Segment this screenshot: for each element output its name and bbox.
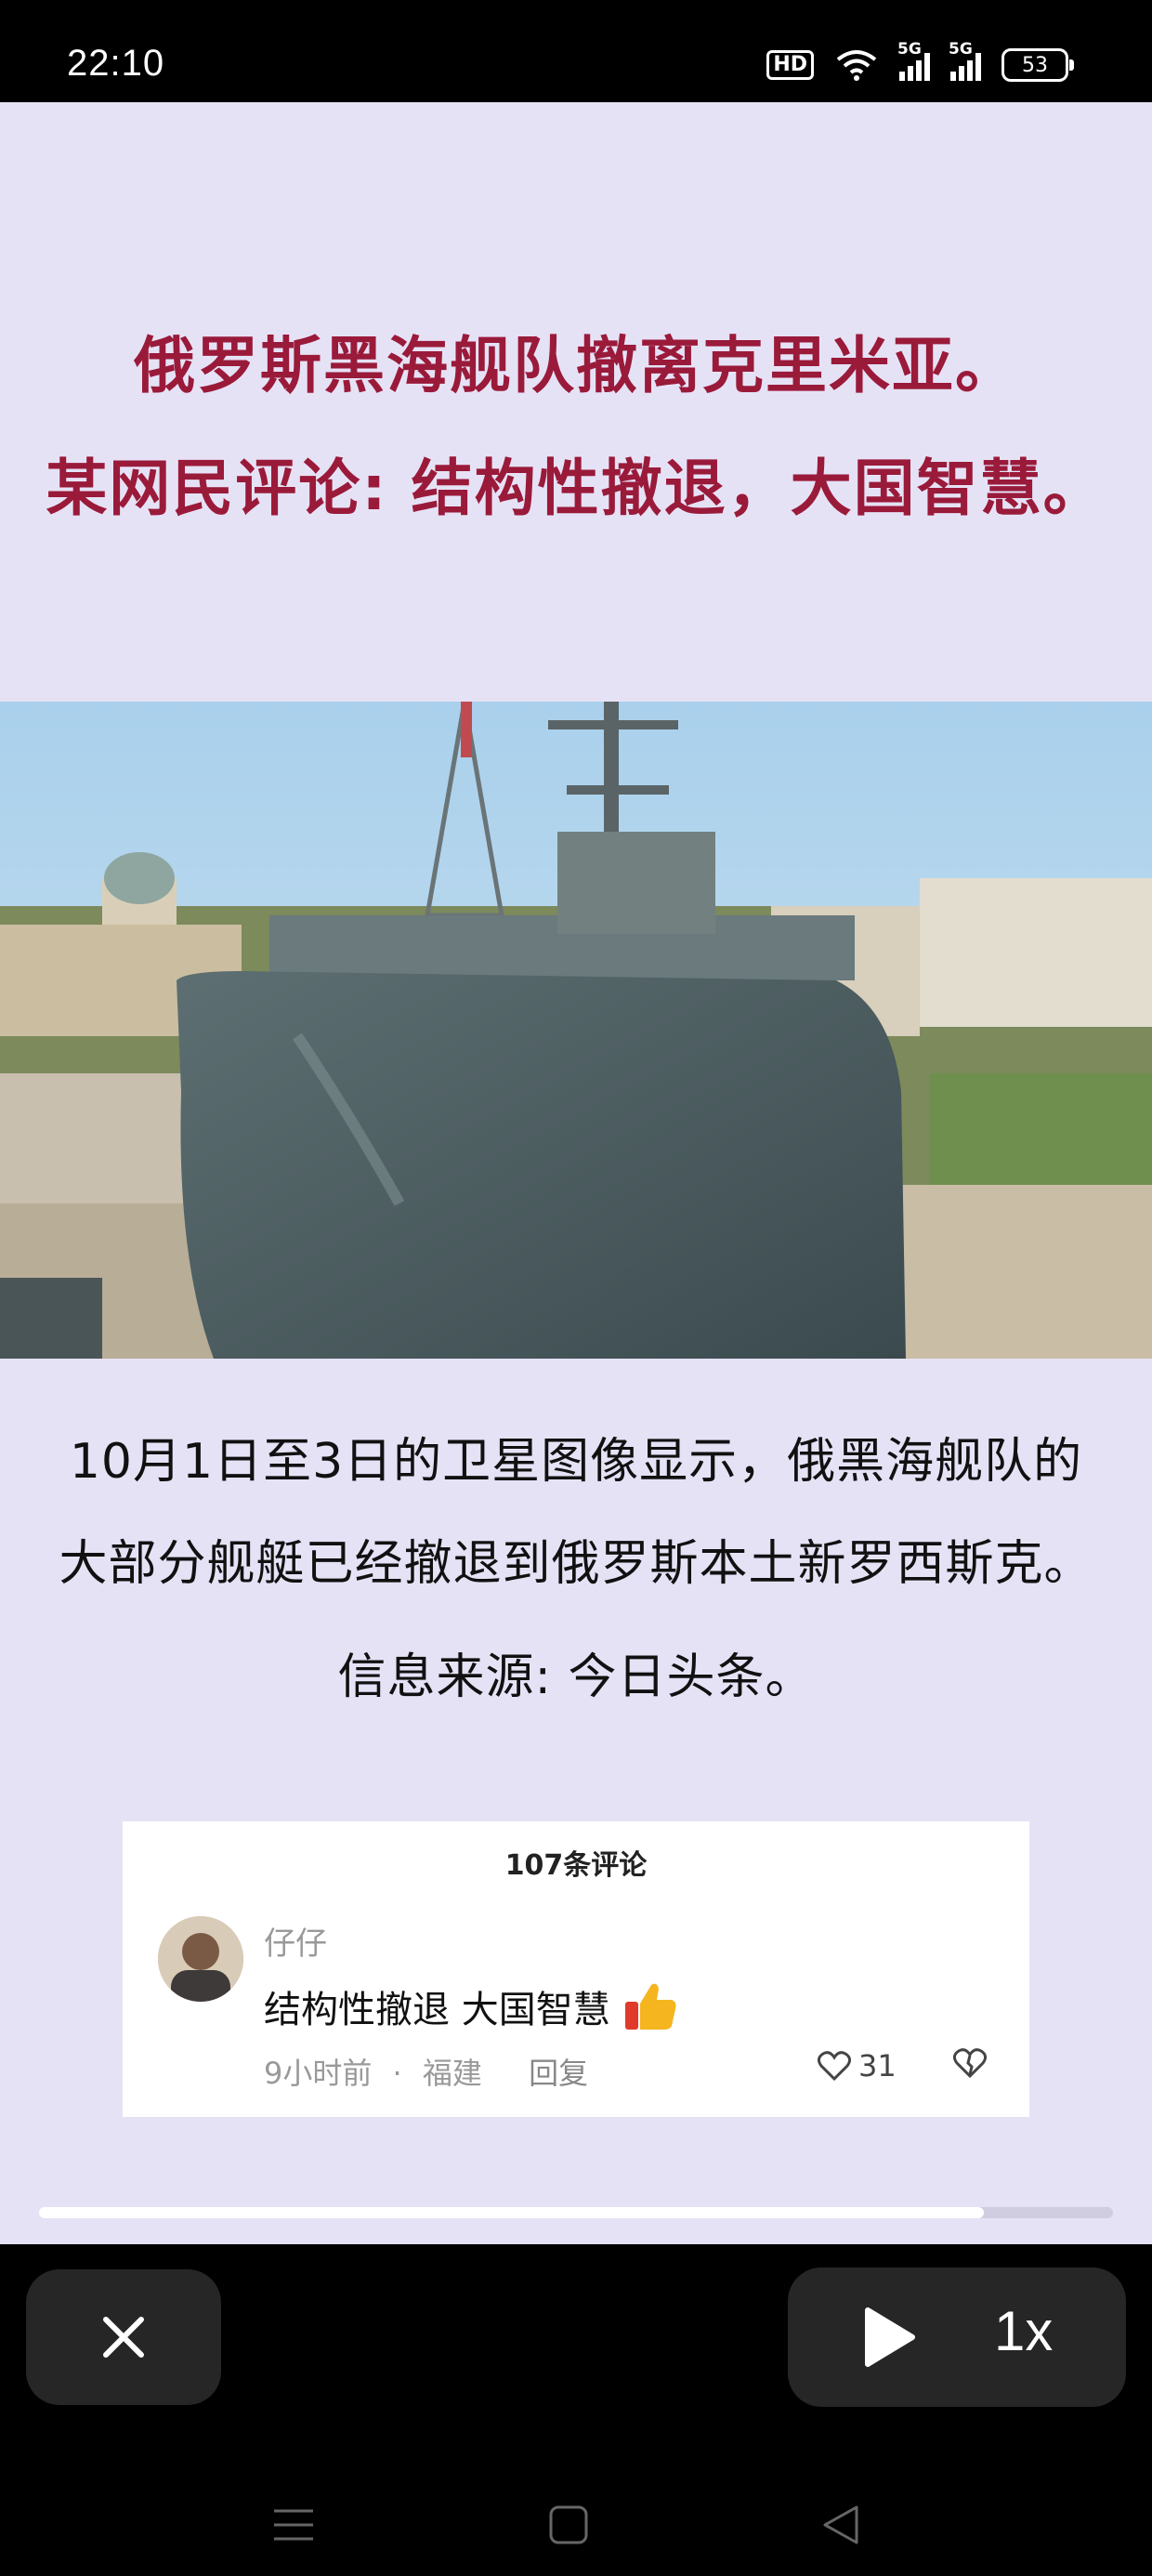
comment-count: 107条评论	[504, 1849, 648, 1882]
close-button[interactable]	[26, 2269, 221, 2405]
headline-line-1: 俄罗斯黑海舰队撤离克里米亚。	[134, 330, 1018, 401]
comment-time: 9小时前	[264, 2056, 373, 2091]
playback-controls: 1x	[788, 2267, 1126, 2407]
comment-text: 结构性撤退 大国智慧	[264, 1979, 679, 2033]
menu-nav-button[interactable]	[270, 2502, 317, 2548]
like-count: 31	[858, 2048, 897, 2083]
dislike-icon	[952, 2048, 988, 2079]
play-icon	[865, 2307, 915, 2367]
source-text: 信息来源: 今日头条。	[337, 1649, 815, 1705]
speed-button[interactable]: 1x	[994, 2299, 1053, 2363]
status-icons: HD 5G 5G 53	[766, 40, 1074, 84]
warship-photo	[0, 702, 1152, 1359]
progress-bar[interactable]	[39, 2207, 1113, 2218]
comment-card: 107条评论 仔仔 结构性撤退 大国智慧 9小时前 · 福建 回复 31	[123, 1821, 1029, 2117]
close-icon	[103, 2317, 144, 2358]
thumbs-up-icon	[625, 1983, 676, 2030]
hd-badge: HD	[766, 50, 814, 80]
progress-fill	[39, 2207, 985, 2218]
back-nav-button[interactable]	[818, 2502, 864, 2548]
status-time: 22:10	[67, 43, 165, 84]
reply-link[interactable]: 回复	[529, 2056, 588, 2091]
battery-icon: 53	[1001, 48, 1074, 82]
system-nav-bar	[0, 2474, 1152, 2576]
comment-location: 福建	[422, 2056, 482, 2091]
body-text-line-1: 10月1日至3日的卫星图像显示，俄黑海舰队的	[69, 1434, 1083, 1490]
play-button[interactable]	[855, 2305, 920, 2370]
home-icon	[549, 2505, 588, 2544]
dislike-button[interactable]	[952, 2048, 988, 2082]
headline-line-2: 某网民评论: 结构性撤退，大国智慧。	[46, 453, 1106, 524]
player-controls: 1x	[0, 2244, 1152, 2576]
avatar	[158, 1916, 243, 2002]
comment-username[interactable]: 仔仔	[264, 1918, 327, 1964]
body-text-line-2: 大部分舰艇已经撤退到俄罗斯本土新罗西斯克。	[59, 1536, 1093, 1592]
signal-icon-2: 5G	[949, 40, 981, 81]
status-bar: 22:10 HD 5G 5G 53	[0, 0, 1152, 102]
back-icon	[823, 2505, 858, 2544]
meta-separator: ·	[392, 2056, 402, 2091]
like-button[interactable]: 31	[818, 2048, 897, 2083]
wifi-icon	[836, 50, 877, 81]
menu-icon	[274, 2509, 313, 2541]
video-player[interactable]: 俄罗斯黑海舰队撤离克里米亚。 某网民评论: 结构性撤退，大国智慧。 10月1日至…	[0, 102, 1152, 2244]
home-nav-button[interactable]	[545, 2502, 592, 2548]
signal-icon-1: 5G	[897, 40, 930, 81]
heart-icon	[818, 2051, 851, 2081]
comment-meta: 9小时前 · 福建 回复	[264, 2050, 588, 2093]
